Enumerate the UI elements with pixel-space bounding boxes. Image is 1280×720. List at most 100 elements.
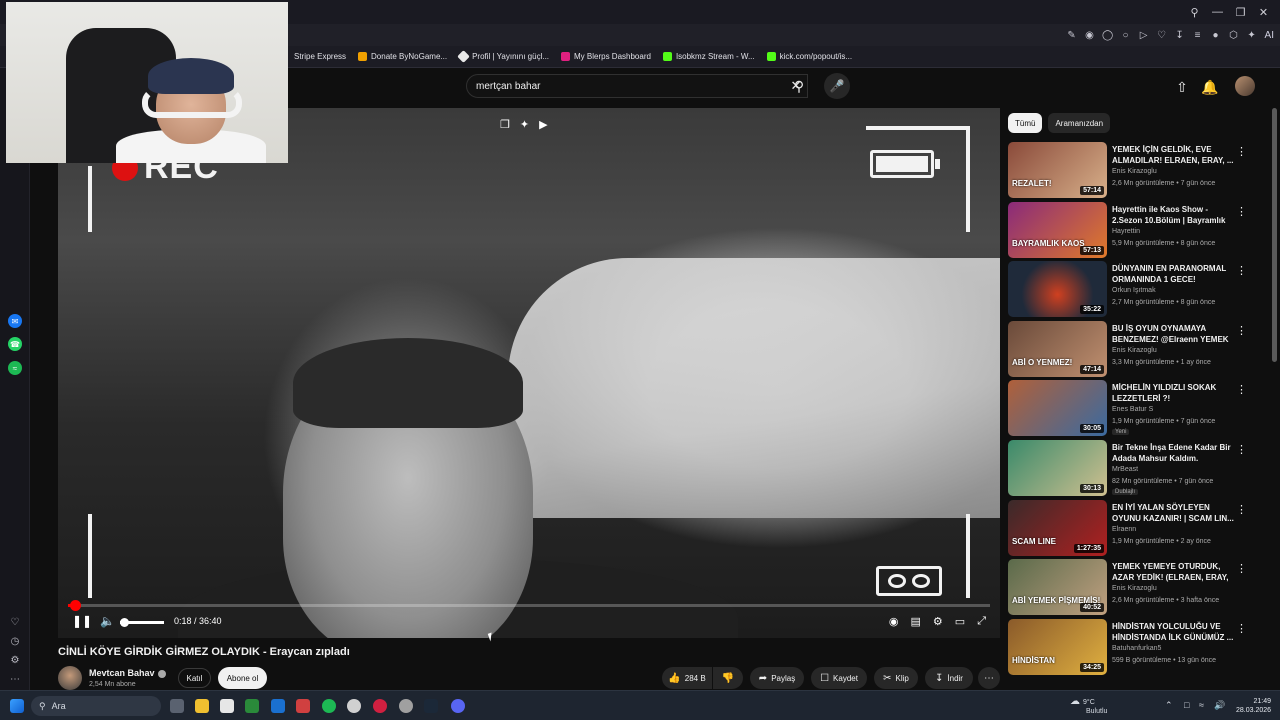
weather-widget[interactable]: ☁ 9°C Bulutlu: [1070, 697, 1107, 716]
microphone-icon[interactable]: 🎤: [824, 73, 850, 99]
messenger-icon[interactable]: ✉: [8, 314, 22, 328]
video-thumbnail[interactable]: 30:13: [1008, 439, 1107, 496]
more-vert-icon[interactable]: ⋮: [1236, 503, 1247, 516]
recommendation-title[interactable]: BU İŞ OYUN OYNAMAYA BENZEMEZ! @Elraenn Y…: [1112, 323, 1234, 345]
recommendation-channel[interactable]: Batuhanfurkan5: [1112, 645, 1161, 652]
video-thumbnail[interactable]: HİNDİSTAN 34:25: [1008, 618, 1107, 675]
profile-icon[interactable]: ●: [1209, 28, 1223, 42]
more-icon[interactable]: ⋯: [8, 672, 22, 686]
recommendation-item[interactable]: BAYRAMLIK KAOS 57:13 Hayrettin ile Kaos S…: [1008, 201, 1270, 262]
tray-chevron-icon[interactable]: ⌃: [1165, 700, 1173, 711]
recommendation-item[interactable]: HİNDİSTAN 34:25 HİNDİSTAN YOLCULUĞU VE Hİ…: [1008, 618, 1270, 679]
heart-icon[interactable]: ♡: [8, 615, 22, 629]
circle-icon[interactable]: ○: [1119, 28, 1133, 42]
more-vert-icon[interactable]: ⋮: [1236, 205, 1247, 218]
recommendation-channel[interactable]: Orkun Işıtmak: [1112, 287, 1156, 294]
bookmark-donate[interactable]: Donate ByNoGame...: [358, 52, 447, 61]
download-button[interactable]: ↧ İndir: [925, 667, 973, 689]
search-button[interactable]: ⚲: [782, 74, 816, 98]
mail-icon[interactable]: [271, 699, 285, 713]
shield-icon[interactable]: ◯: [1101, 28, 1115, 42]
recommendation-channel[interactable]: Hayrettin: [1112, 228, 1140, 235]
pause-icon[interactable]: ❚❚: [72, 614, 92, 628]
wifi-icon[interactable]: ≈: [1199, 700, 1204, 710]
fullscreen-icon[interactable]: ⤢: [977, 615, 986, 628]
search-icon[interactable]: ⚲: [1184, 2, 1205, 22]
menu-icon[interactable]: ≡: [1191, 28, 1205, 42]
recommendation-item[interactable]: 35:22 DÜNYANIN EN PARANORMAL ORMANINDA 1…: [1008, 261, 1270, 321]
recommendation-channel[interactable]: Enis Kirazoglu: [1112, 585, 1157, 592]
recommendation-channel[interactable]: Enes Batur S: [1112, 406, 1153, 413]
subscribe-button[interactable]: Abone ol: [218, 667, 267, 689]
close-button[interactable]: ✕: [1253, 2, 1274, 22]
recommendation-item[interactable]: ABİ O YENMEZ! 47:14 BU İŞ OYUN OYNAMAYA B…: [1008, 320, 1270, 381]
recommendation-item[interactable]: 30:13 Bir Tekne İnşa Edene Kadar Bir Ada…: [1008, 439, 1270, 500]
recommendation-channel[interactable]: Enis Kirazoglu: [1112, 347, 1157, 354]
taskbar-clock[interactable]: 21:49 28.03.2026: [1236, 697, 1271, 715]
video-thumbnail[interactable]: SCAM LINE 1:27:35: [1008, 499, 1107, 556]
recommendation-title[interactable]: DÜNYANIN EN PARANORMAL ORMANINDA 1 GECE!: [1112, 263, 1234, 285]
more-vert-icon[interactable]: ⋮: [1236, 324, 1247, 337]
recommendation-title[interactable]: MİCHELİN YILDIZLI SOKAK LEZZETLERİ ?!: [1112, 382, 1234, 404]
app-icon[interactable]: [296, 699, 310, 713]
more-vert-icon[interactable]: ⋮: [1236, 264, 1247, 277]
recommendation-channel[interactable]: Enis Kirazoglu: [1112, 168, 1157, 175]
maximize-button[interactable]: ❐: [1230, 2, 1251, 22]
steam-icon[interactable]: [424, 699, 438, 713]
extension-icon[interactable]: ⬡: [1227, 28, 1241, 42]
page-scrollbar[interactable]: [1272, 108, 1277, 362]
channel-name[interactable]: Mevtcan Bahav: [89, 668, 166, 678]
history-icon[interactable]: ◷: [8, 634, 22, 648]
channel-avatar[interactable]: [58, 666, 82, 690]
heart-icon[interactable]: ♡: [1155, 28, 1169, 42]
search-input[interactable]: mertçan bahar ✕: [466, 74, 808, 98]
chip-from-search[interactable]: Aramanızdan: [1048, 113, 1111, 133]
recommendation-item[interactable]: SCAM LINE 1:27:35 EN İYİ YALAN SÖYLEYEN O…: [1008, 499, 1270, 560]
taskbar-search[interactable]: ⚲ Ara: [31, 696, 161, 716]
download-icon[interactable]: ↧: [1173, 28, 1187, 42]
network-icon[interactable]: □: [1184, 700, 1189, 710]
edit-icon[interactable]: ✎: [1065, 28, 1079, 42]
video-thumbnail[interactable]: ABİ YEMEK PİŞMEMİŞ! 40:52: [1008, 559, 1107, 616]
discord-icon[interactable]: [451, 699, 465, 713]
join-button[interactable]: Katıl: [178, 668, 211, 688]
settings-icon[interactable]: ⚙: [933, 615, 943, 628]
recommendation-title[interactable]: HİNDİSTAN YOLCULUĞU VE HİNDİSTANDA İLK G…: [1112, 621, 1234, 643]
more-vert-icon[interactable]: ⋮: [1236, 145, 1247, 158]
opera-icon[interactable]: [373, 699, 387, 713]
recommendation-title[interactable]: YEMEK YEMEYE OTURDUK, AZAR YEDİK! (ELRAE…: [1112, 561, 1234, 583]
volume-icon[interactable]: 🔈: [100, 614, 115, 628]
chip-all[interactable]: Tümü: [1008, 113, 1043, 133]
progress-bar[interactable]: [68, 600, 990, 611]
video-player[interactable]: REC ❐ ✦ ▶ ❚❚ 🔈 0:18 / 36:40 ◉ ▤ ⚙ ▭ ⤢: [58, 108, 1000, 638]
theater-mode-icon[interactable]: ▭: [955, 615, 965, 628]
subtitles-icon[interactable]: ▤: [911, 615, 921, 628]
more-vert-icon[interactable]: ⋮: [1236, 622, 1247, 635]
more-vert-icon[interactable]: ⋮: [1236, 562, 1247, 575]
whatsapp-icon[interactable]: ☎: [8, 337, 22, 351]
ai-label[interactable]: AI: [1265, 30, 1274, 41]
app-icon[interactable]: [399, 699, 413, 713]
bookmark-kick-stream[interactable]: Isobkmz Stream - W...: [662, 52, 755, 61]
sparkle-icon[interactable]: ✦: [520, 118, 529, 131]
app-icon[interactable]: [245, 699, 259, 713]
like-button[interactable]: 👍 284 B: [662, 667, 712, 689]
save-button[interactable]: ☐ Kaydet: [811, 667, 867, 689]
spotify-icon[interactable]: [322, 699, 336, 713]
windows-start-icon[interactable]: [10, 699, 24, 713]
recommendation-title[interactable]: Bir Tekne İnşa Edene Kadar Bir Adada Mah…: [1112, 442, 1234, 464]
more-actions-button[interactable]: ⋯: [978, 667, 1000, 689]
recommendation-item[interactable]: 30:05 MİCHELİN YILDIZLI SOKAK LEZZETLERİ…: [1008, 380, 1270, 440]
notifications-icon[interactable]: 🔔: [1199, 76, 1221, 98]
bookmark-kick-popout[interactable]: kick.com/popout/is...: [766, 52, 852, 61]
minimize-button[interactable]: —: [1207, 2, 1228, 22]
recommendation-item[interactable]: ABİ YEMEK PİŞMEMİŞ! 40:52 YEMEK YEMEYE OT…: [1008, 559, 1270, 619]
camera-icon[interactable]: ◉: [1083, 28, 1097, 42]
autoplay-toggle-icon[interactable]: ◉: [889, 615, 899, 628]
volume-icon[interactable]: 🔊: [1214, 700, 1225, 711]
recommendation-title[interactable]: YEMEK İÇİN GELDİK, EVE ALMADILAR! ELRAEN…: [1112, 144, 1234, 166]
video-thumbnail[interactable]: REZALET! 57:14: [1008, 142, 1107, 198]
settings-icon[interactable]: ⚙: [8, 653, 22, 667]
miniplayer-icon[interactable]: ❐: [500, 118, 510, 131]
file-explorer-icon[interactable]: [195, 699, 209, 713]
